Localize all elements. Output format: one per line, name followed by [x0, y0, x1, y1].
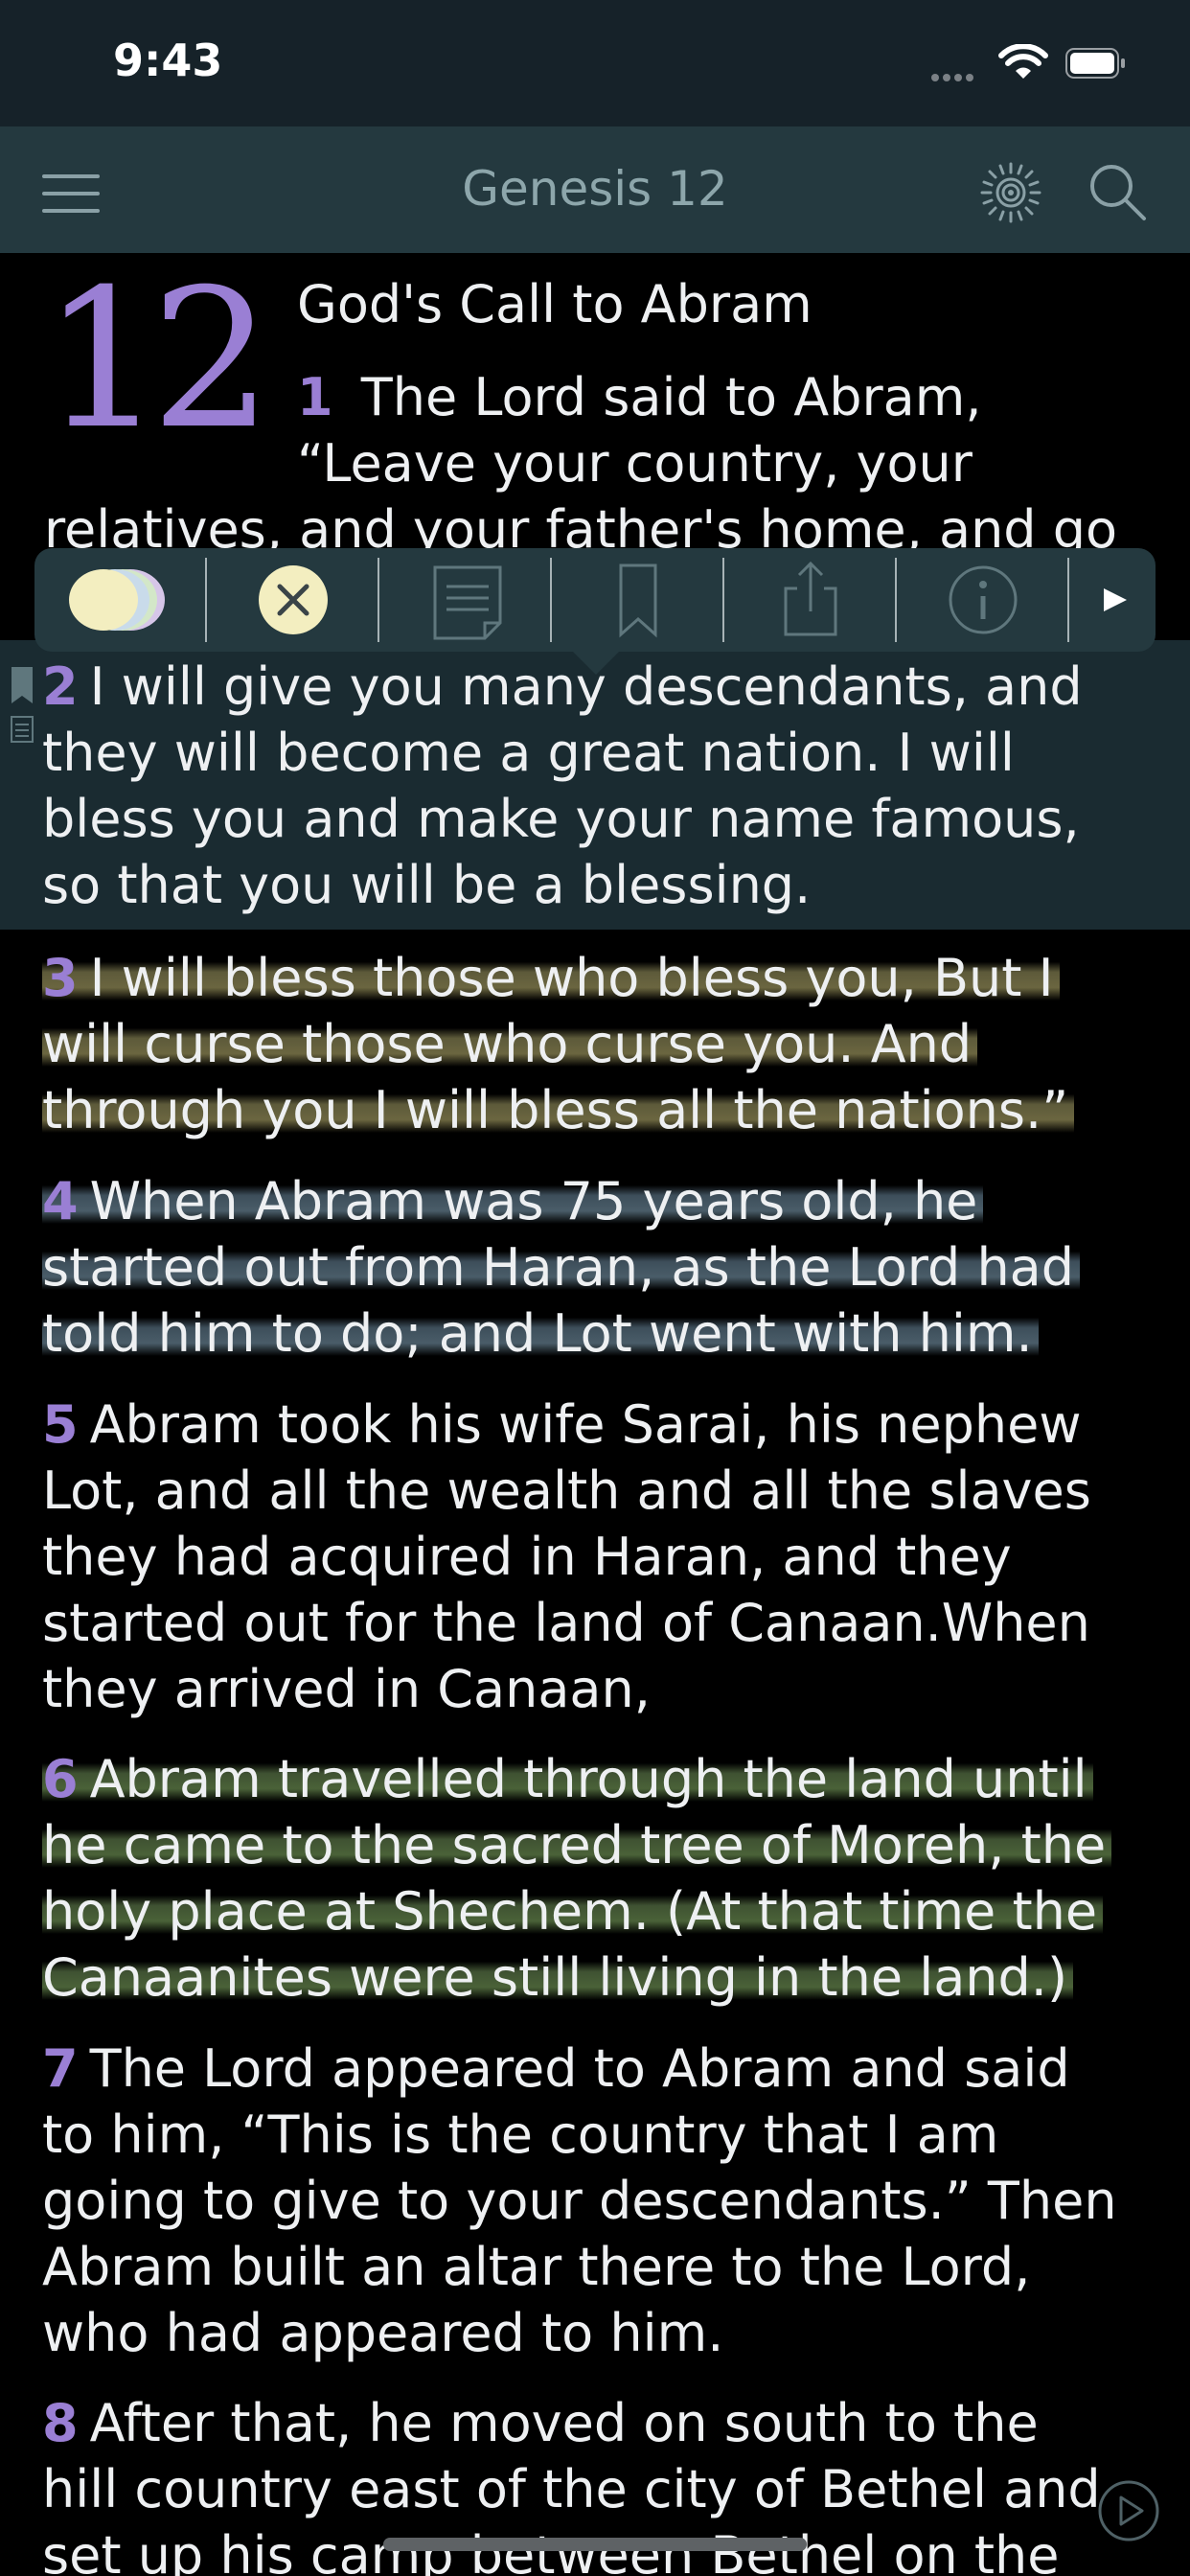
share-icon	[784, 561, 837, 636]
verse-number: 4	[42, 1171, 79, 1231]
verse-line: When Abram was 75 years old, he	[89, 1171, 978, 1231]
verse-action-toolbar	[34, 548, 1156, 675]
verse-number: 3	[42, 948, 79, 1008]
verse-4[interactable]: 4 When Abram was 75 years old, he started…	[42, 1168, 1154, 1368]
search-icon[interactable]	[1087, 161, 1148, 222]
clear-highlight-button[interactable]	[207, 548, 379, 652]
verse-line: The Lord said to Abram,	[360, 367, 982, 427]
home-indicator[interactable]	[383, 2538, 807, 2551]
verse-number: 2	[42, 656, 79, 717]
verse-line: The Lord appeared to Abram and said	[89, 2038, 1070, 2099]
more-actions-button[interactable]	[1069, 548, 1156, 652]
verse-line: they had acquired in Haran, and they	[42, 1527, 1012, 1587]
info-icon	[949, 565, 1018, 634]
verse-marker-icons	[11, 667, 34, 743]
bookmark-icon	[619, 564, 657, 638]
note-icon	[433, 565, 502, 640]
verse-line: he came to the sacred tree of Moreh, the	[42, 1815, 1112, 1879]
verse-number: 6	[42, 1749, 79, 1809]
verse-line: I will give you many descendants, and	[89, 656, 1083, 717]
share-button[interactable]	[724, 548, 897, 652]
verse-1[interactable]: 1 The Lord said to Abram, “Leave your co…	[297, 364, 1140, 496]
clear-highlight-icon	[259, 565, 328, 634]
battery-icon	[1065, 48, 1125, 79]
verse-line: Abram travelled through the land until	[89, 1749, 1087, 1809]
verse-5[interactable]: 5 Abram took his wife Sarai, his nephew L…	[42, 1392, 1154, 1722]
status-icons	[931, 44, 1133, 82]
verse-line: After that, he moved on south to the	[89, 2393, 1039, 2453]
highlight-colors-button[interactable]	[34, 548, 207, 652]
verse-line: through you I will bless all the nations…	[42, 1080, 1075, 1144]
verse-line: Abram built an altar there to the Lord,	[42, 2237, 1031, 2297]
bookmark-button[interactable]	[552, 548, 724, 652]
verse-number: 7	[42, 2038, 79, 2099]
verse-line: they will become a great nation. I will	[42, 723, 1015, 783]
verse-number: 5	[42, 1394, 79, 1455]
verse-line: who had appeared to him.	[42, 2303, 724, 2363]
verse-2[interactable]: 2I will give you many descendants, and t…	[42, 654, 1154, 918]
verse-line: I will bless those who bless you, But I	[89, 948, 1054, 1008]
verse-line: to him, “This is the country that I am	[42, 2104, 999, 2165]
verse-7[interactable]: 7 The Lord appeared to Abram and said to …	[42, 2036, 1154, 2366]
verse-number: 1	[297, 367, 333, 427]
more-arrow-icon	[1104, 588, 1127, 611]
status-bar: 9:43	[0, 0, 1190, 126]
verse-number: 8	[42, 2393, 79, 2453]
chapter-number: 12	[42, 248, 272, 472]
info-button[interactable]	[897, 548, 1069, 652]
verse-line: bless you and make your name famous,	[42, 789, 1080, 849]
brightness-icon[interactable]	[979, 161, 1042, 224]
verse-line: will curse those who curse you. And	[42, 1014, 978, 1078]
verse-line: Abram took his wife Sarai, his nephew	[89, 1394, 1082, 1455]
wifi-icon	[998, 44, 1048, 79]
verse-line: told him to do; and Lot went with him.	[42, 1303, 1039, 1368]
verse-line: Lot, and all the wealth and all the slav…	[42, 1460, 1091, 1521]
verse-line: started out from Haran, as the Lord had	[42, 1237, 1081, 1301]
verse-line: Canaanites were still living in the land…	[42, 1947, 1074, 2012]
highlight-colors-icon	[69, 569, 165, 631]
status-time: 9:43	[113, 34, 223, 86]
verse-line: they arrived in Canaan,	[42, 1659, 651, 1719]
verse-6[interactable]: 6 Abram travelled through the land until …	[42, 1746, 1154, 2012]
verse-3[interactable]: 3I will bless those who bless you, But I…	[42, 945, 1154, 1144]
verse-line: holy place at Shechem. (At that time the	[42, 1881, 1104, 1945]
note-button[interactable]	[379, 548, 552, 652]
section-heading: God's Call to Abram	[297, 274, 812, 334]
verse-line: hill country east of the city of Bethel …	[42, 2459, 1101, 2519]
audio-play-icon[interactable]	[1096, 2478, 1161, 2543]
verse-line: “Leave your country, your	[297, 433, 973, 494]
cellular-signal-icon	[931, 67, 985, 81]
verse-line: going to give to your descendants.” Then	[42, 2171, 1117, 2231]
verse-line: so that you will be a blessing.	[42, 855, 812, 915]
verse-line: started out for the land of Canaan.When	[42, 1593, 1090, 1653]
